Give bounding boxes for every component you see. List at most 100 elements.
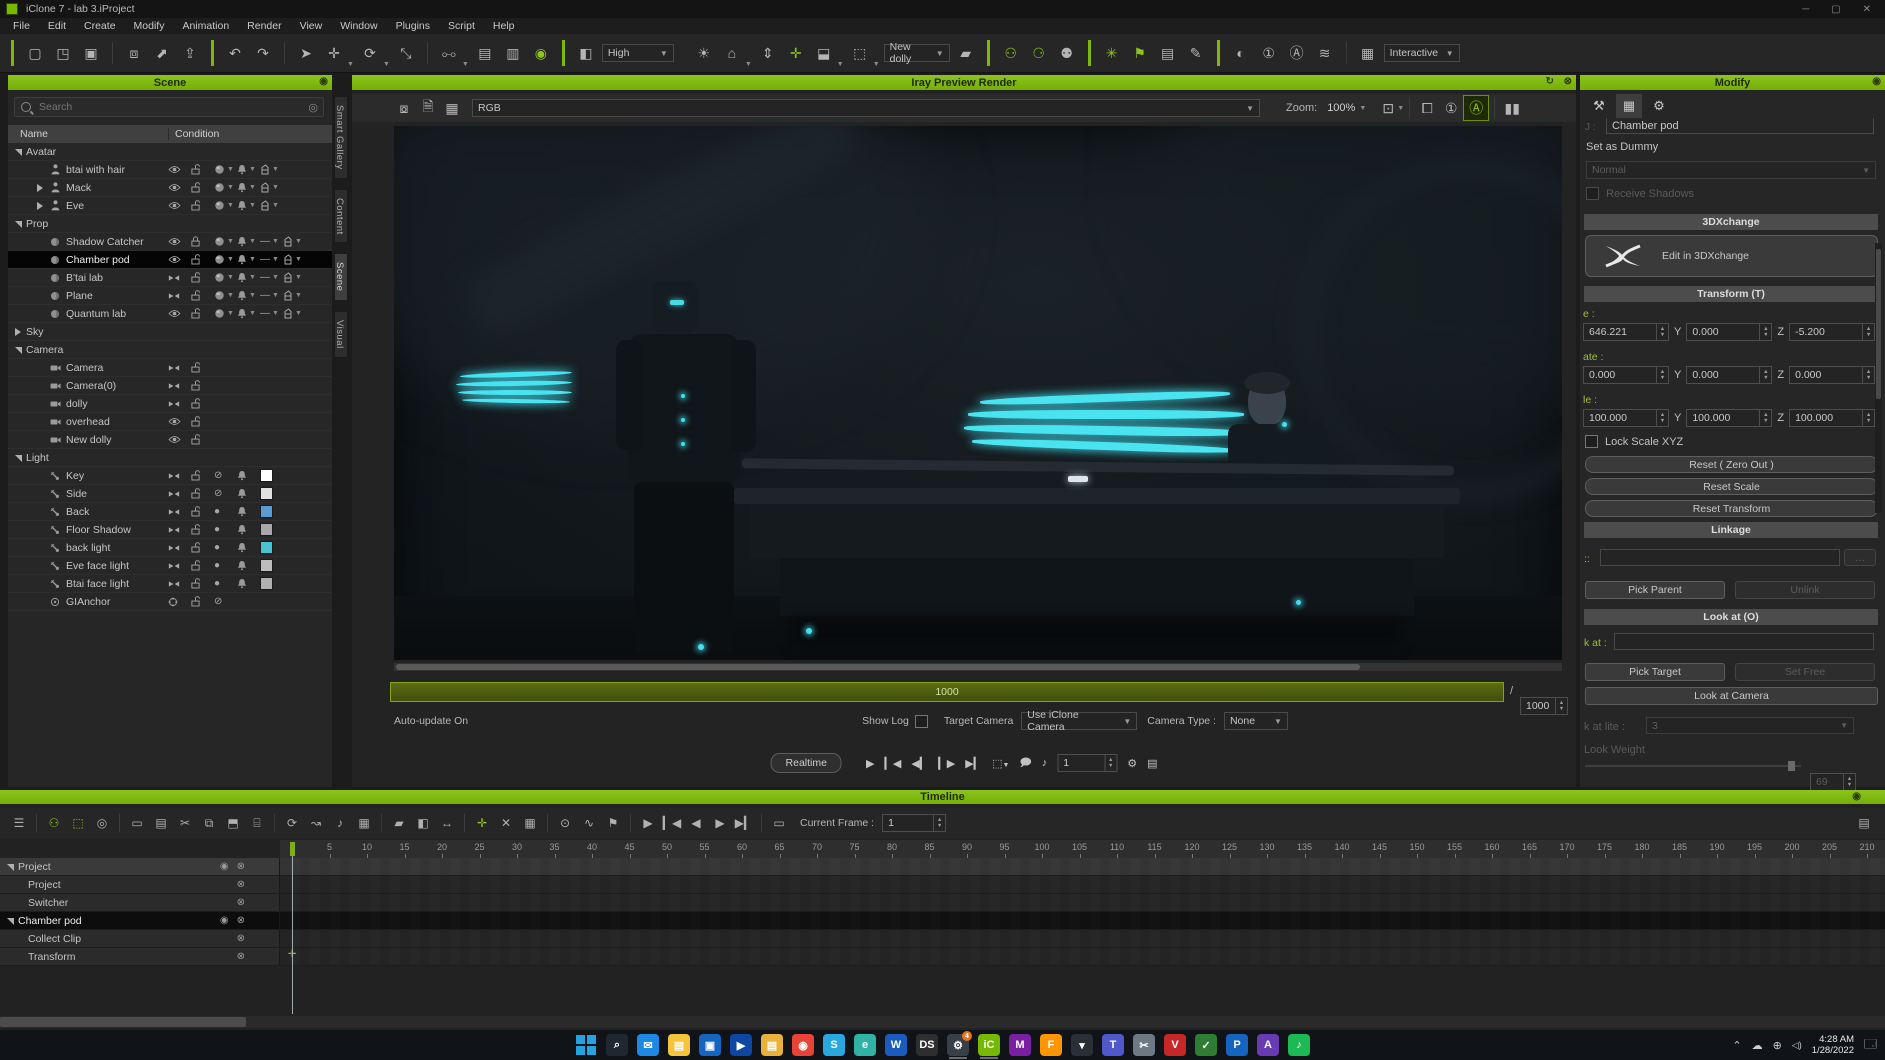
- receive-shadows-checkbox[interactable]: [1586, 187, 1599, 200]
- condition-slot[interactable]: ▼: [214, 164, 237, 175]
- condition-slot[interactable]: [191, 308, 214, 319]
- condition-slot[interactable]: [237, 578, 260, 589]
- zoom-value[interactable]: 100%: [1327, 102, 1355, 114]
- pick-parent-button[interactable]: Pick Parent: [1585, 581, 1725, 599]
- condition-slot[interactable]: ▼: [237, 272, 260, 283]
- edit-3dxchange-button[interactable]: Edit in 3DXchange: [1585, 235, 1878, 277]
- condition-slot[interactable]: [191, 524, 214, 535]
- condition-slot[interactable]: [191, 182, 214, 193]
- dropdown-caret-icon[interactable]: ▼: [249, 238, 256, 245]
- paper-icon[interactable]: [283, 272, 293, 283]
- layout-icon[interactable]: ◧: [574, 41, 598, 65]
- motion-list-icon[interactable]: ▤: [1156, 41, 1180, 65]
- eye-icon[interactable]: [168, 309, 181, 318]
- condition-slot[interactable]: [191, 236, 214, 247]
- bell-icon[interactable]: [237, 290, 247, 301]
- condition-slot[interactable]: [191, 398, 214, 409]
- timeline-header[interactable]: Timeline ◉: [0, 790, 1885, 804]
- dropdown-caret-icon[interactable]: ▼: [249, 292, 256, 299]
- set-free-button[interactable]: Set Free: [1735, 663, 1875, 681]
- bell-icon[interactable]: [237, 542, 247, 553]
- condition-slot[interactable]: ▼: [237, 200, 260, 211]
- lock-icon[interactable]: [191, 380, 200, 391]
- bell-icon[interactable]: [237, 236, 247, 247]
- condition-slot[interactable]: [168, 255, 191, 264]
- last-frame-icon[interactable]: ▶▎: [733, 812, 755, 834]
- condition-slot[interactable]: —▼: [260, 291, 283, 301]
- condition-slot[interactable]: [237, 560, 260, 571]
- condition-slot[interactable]: ▼: [283, 236, 306, 247]
- lock-icon[interactable]: [191, 290, 200, 301]
- bell-icon[interactable]: [237, 254, 247, 265]
- timeline-options-icon[interactable]: ▤: [1853, 812, 1875, 834]
- tray-network-icon[interactable]: ⊕: [1773, 1039, 1782, 1052]
- lock-scale-checkbox[interactable]: [1585, 435, 1598, 448]
- search-box[interactable]: ◎: [14, 97, 324, 117]
- dropdown-caret-icon[interactable]: ▼: [272, 166, 279, 173]
- film-icon[interactable]: ▤: [150, 812, 172, 834]
- first-frame-button[interactable]: ▎◀: [884, 757, 901, 770]
- dropdown-caret-icon[interactable]: ▼: [227, 166, 234, 173]
- menu-script[interactable]: Script: [439, 20, 484, 32]
- condition-slot[interactable]: [191, 416, 214, 427]
- condition-slot[interactable]: [237, 542, 260, 553]
- tray-volume-icon[interactable]: ◁): [1792, 1040, 1802, 1051]
- speech-button[interactable]: 🗩: [1019, 754, 1031, 773]
- condition-slot[interactable]: ▼: [237, 254, 260, 265]
- eye-icon[interactable]: [168, 201, 181, 210]
- scene-row-light[interactable]: Light: [8, 449, 332, 467]
- expander-closed-icon[interactable]: [14, 328, 22, 336]
- tray-cloud-icon[interactable]: ☁: [1752, 1039, 1763, 1052]
- taskbar-media-player-icon[interactable]: ▶: [730, 1034, 752, 1056]
- lock-icon[interactable]: [191, 470, 200, 481]
- circle-dot-icon[interactable]: ◉: [220, 861, 229, 872]
- condition-slot[interactable]: ⊘: [214, 489, 237, 499]
- cube-icon[interactable]: [214, 254, 225, 265]
- condition-slot[interactable]: [191, 200, 214, 211]
- channel-select[interactable]: RGB▼: [472, 99, 1260, 117]
- menu-view[interactable]: View: [291, 20, 332, 32]
- next-frame-button[interactable]: ▎▶: [938, 757, 955, 770]
- dropdown-caret-icon[interactable]: ▼: [227, 310, 234, 317]
- grid-snap-icon[interactable]: ▦: [519, 812, 541, 834]
- scene-row-key[interactable]: Key⊘: [8, 467, 332, 485]
- tab-physics-icon[interactable]: ⚙: [1646, 94, 1672, 118]
- last-frame-button[interactable]: ▶▎: [965, 757, 982, 770]
- condition-slot[interactable]: [168, 274, 191, 282]
- lock-icon[interactable]: [191, 200, 200, 211]
- condition-slot[interactable]: [237, 524, 260, 535]
- align-objects-icon[interactable]: ▥: [501, 41, 525, 65]
- taskbar-settings-gear-icon[interactable]: ⚙4: [947, 1034, 969, 1056]
- cube-icon[interactable]: [214, 236, 225, 247]
- condition-slot[interactable]: [168, 237, 191, 246]
- condition-slot[interactable]: [191, 164, 214, 175]
- move-y-field[interactable]: 0.000▲▼: [1686, 323, 1772, 341]
- circle-x-icon[interactable]: ⊗: [237, 897, 245, 908]
- condition-slot[interactable]: [191, 560, 214, 571]
- dropdown-caret-icon[interactable]: ▼: [227, 292, 234, 299]
- scene-row-gianchor[interactable]: GIAnchor⊘: [8, 593, 332, 611]
- create-avatar-icon[interactable]: ⚇: [999, 41, 1023, 65]
- scene-row-btai-face-light[interactable]: Btai face light●: [8, 575, 332, 593]
- paper-icon[interactable]: [283, 308, 293, 319]
- reset-scale-button[interactable]: Reset Scale: [1585, 478, 1878, 495]
- dropdown-caret-icon[interactable]: ▼: [272, 184, 279, 191]
- dropdown-caret-icon[interactable]: ▼: [295, 292, 302, 299]
- condition-slot[interactable]: [191, 488, 214, 499]
- loop-icon[interactable]: ⟳: [281, 812, 303, 834]
- render-canvas[interactable]: [394, 126, 1562, 660]
- scale-x-field[interactable]: 100.000▲▼: [1583, 409, 1669, 427]
- taskbar-snip-tool-icon[interactable]: ✂: [1133, 1034, 1155, 1056]
- tray-chevron-icon[interactable]: ⌃: [1732, 1039, 1741, 1052]
- condition-slot[interactable]: ⊘: [214, 597, 237, 607]
- taskbar-player-blue-icon[interactable]: P: [1226, 1034, 1248, 1056]
- next-frame-icon[interactable]: ▶: [709, 812, 731, 834]
- condition-slot[interactable]: ▼: [260, 200, 283, 211]
- condition-slot[interactable]: ▼: [214, 200, 237, 211]
- condition-slot[interactable]: ▼: [260, 182, 283, 193]
- condition-slot[interactable]: [260, 523, 283, 536]
- condition-slot[interactable]: [168, 435, 191, 444]
- color-swatch[interactable]: [260, 523, 273, 536]
- expander-open-icon[interactable]: [6, 863, 14, 871]
- dropdown-caret-icon[interactable]: ▼: [295, 310, 302, 317]
